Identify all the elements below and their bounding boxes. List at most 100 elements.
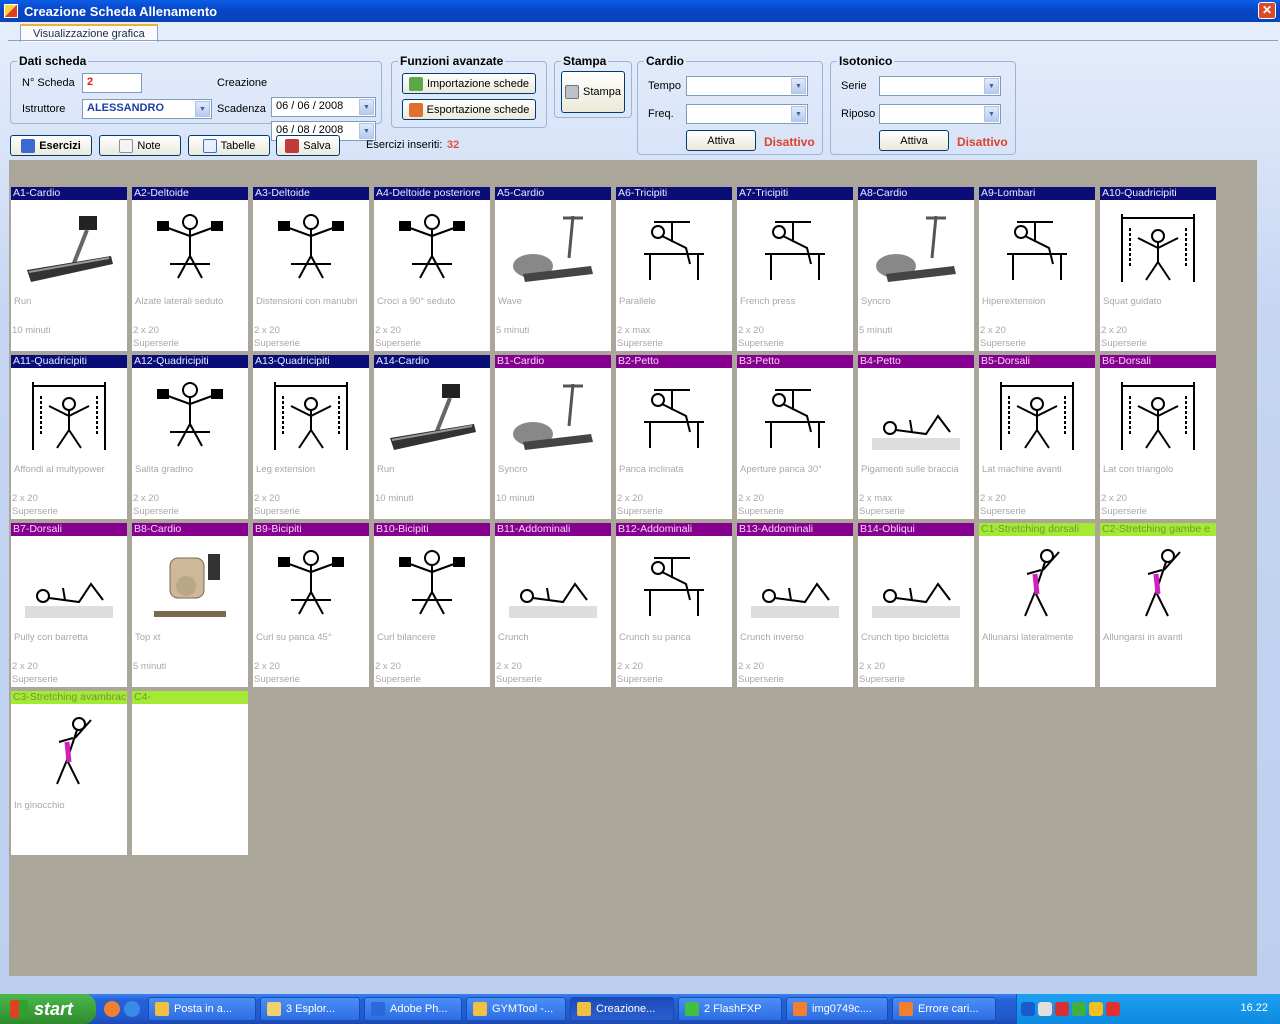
tray-network-icon[interactable] [1038, 1002, 1052, 1016]
tray-arrow-icon[interactable] [1021, 1002, 1035, 1016]
tray-antivirus-icon[interactable] [1106, 1002, 1120, 1016]
taskbar-item[interactable]: img0749c.... [786, 997, 888, 1021]
taskbar-item-label: Errore cari... [918, 1003, 979, 1015]
salva-button[interactable]: Salva [276, 135, 340, 156]
exercise-card[interactable]: A11-Quadricipiti Affondi al multypower 2 x… [11, 355, 127, 519]
title-bar: Creazione Scheda Allenamento ✕ [0, 0, 1280, 22]
chevron-down-icon[interactable]: ▼ [195, 101, 210, 117]
exercise-card[interactable]: B1-Cardio Syncro 10 minuti [495, 355, 611, 519]
taskbar-item[interactable]: Adobe Ph... [364, 997, 462, 1021]
taskbar-item[interactable]: GYMTool -... [466, 997, 566, 1021]
exercise-card[interactable]: B14-Obliqui Crunch tipo bicicletta 2 x 20 S… [858, 523, 974, 687]
esercizi-inseriti-count: 32 [447, 139, 460, 151]
chevron-down-icon[interactable]: ▼ [359, 123, 374, 139]
cardio-attiva-button[interactable]: Attiva [686, 130, 756, 151]
exercise-card[interactable]: B3-Petto Aperture panca 30° 2 x 20 Superser… [737, 355, 853, 519]
chevron-down-icon[interactable]: ▼ [791, 78, 806, 94]
exercise-card[interactable]: B2-Petto Panca inclinata 2 x 20 Superserie [616, 355, 732, 519]
chevron-down-icon[interactable]: ▼ [984, 78, 999, 94]
exercise-card[interactable]: A2-Deltoide Alzate laterali seduto 2 x 20 S… [132, 187, 248, 351]
exercise-card[interactable]: B11-Addominali Crunch 2 x 20 Superserie [495, 523, 611, 687]
esportazione-schede-button[interactable]: Esportazione schede [402, 99, 536, 120]
taskbar-item-label: Creazione... [596, 1003, 656, 1015]
taskbar-item[interactable]: Creazione... [570, 997, 674, 1021]
exercise-card[interactable]: A12-Quadricipiti Salita gradino 2 x 20 Supe… [132, 355, 248, 519]
freq-combo[interactable]: ▼ [686, 104, 808, 124]
exercise-reps: 5 minuti [859, 325, 893, 336]
machine-illustration-icon [1100, 368, 1216, 464]
exercise-card[interactable]: A13-Quadricipiti Leg extension 2 x 20 Super… [253, 355, 369, 519]
exercise-card[interactable]: C3-Stretching avambrac In ginocchio [11, 691, 127, 855]
istruttore-combo[interactable]: ALESSANDRO ▼ [82, 99, 212, 119]
exercise-card[interactable]: B10-Bicipiti Curl bilancere 2 x 20 Superser… [374, 523, 490, 687]
exercise-card[interactable]: C4- [132, 691, 248, 855]
exercise-card[interactable]: A4-Deltoide posteriore Croci a 90° seduto… [374, 187, 490, 351]
bench-illustration-icon [616, 200, 732, 296]
treadmill-illustration-icon [374, 368, 490, 464]
chevron-down-icon[interactable]: ▼ [359, 99, 374, 115]
exercise-title: A2-Deltoide [132, 187, 248, 200]
riposo-combo[interactable]: ▼ [879, 104, 1001, 124]
exercise-card[interactable]: A6-Tricipiti Parallele 2 x max Superserie [616, 187, 732, 351]
chevron-down-icon[interactable]: ▼ [791, 106, 806, 122]
tray-security-icon[interactable] [1089, 1002, 1103, 1016]
ie-icon[interactable] [124, 1001, 140, 1017]
exercise-reps: 2 x 20 [12, 493, 38, 504]
start-button[interactable]: start [0, 994, 96, 1024]
exercise-name: Allunarsi lateralmente [982, 632, 1074, 643]
close-button[interactable]: ✕ [1258, 2, 1276, 19]
exercise-card[interactable]: A7-Tricipiti French press 2 x 20 Superserie [737, 187, 853, 351]
exercise-name: Run [377, 464, 395, 475]
exercise-card[interactable]: C1-Stretching dorsali Allunarsi lateralme… [979, 523, 1095, 687]
exercise-name: Squat guidato [1103, 296, 1162, 307]
import-icon [408, 76, 423, 91]
exercise-card[interactable]: B6-Dorsali Lat con triangolo 2 x 20 Superse… [1100, 355, 1216, 519]
taskbar-item[interactable]: 2 FlashFXP [678, 997, 782, 1021]
exercise-name: Wave [498, 296, 522, 307]
exercise-title: B1-Cardio [495, 355, 611, 368]
taskbar-item[interactable]: Posta in a... [148, 997, 256, 1021]
exercise-card[interactable]: A8-Cardio Syncro 5 minuti [858, 187, 974, 351]
exercise-card[interactable]: A5-Cardio Wave 5 minuti [495, 187, 611, 351]
esercizi-button[interactable]: Esercizi [10, 135, 92, 156]
exercise-reps [1100, 661, 1216, 674]
exercise-card[interactable]: A3-Deltoide Distensioni con manubri 2 x 20… [253, 187, 369, 351]
floor-illustration-icon [858, 368, 974, 464]
exercise-card[interactable]: B7-Dorsali Pully con barretta 2 x 20 Supers… [11, 523, 127, 687]
tempo-combo[interactable]: ▼ [686, 76, 808, 96]
chevron-down-icon[interactable]: ▼ [984, 106, 999, 122]
taskbar-item-icon [685, 1002, 699, 1016]
exercise-card[interactable]: A14-Cardio Run 10 minuti [374, 355, 490, 519]
n-scheda-field[interactable]: 2 [82, 73, 142, 93]
serie-combo[interactable]: ▼ [879, 76, 1001, 96]
exercise-card[interactable]: B12-Addominali Crunch su panca 2 x 20 Super… [616, 523, 732, 687]
tray-ati-icon[interactable] [1055, 1002, 1069, 1016]
exercise-card[interactable]: A1-Cardio Run 10 minuti [11, 187, 127, 351]
isotonico-attiva-button[interactable]: Attiva [879, 130, 949, 151]
tray-shield-icon[interactable] [1072, 1002, 1086, 1016]
exercise-card[interactable]: C2-Stretching gambe e Allungarsi in avant… [1100, 523, 1216, 687]
exercise-card[interactable]: B9-Bicipiti Curl su panca 45° 2 x 20 Supers… [253, 523, 369, 687]
exercise-card[interactable]: B8-Cardio Top xt 5 minuti [132, 523, 248, 687]
note-button[interactable]: Note [99, 135, 181, 156]
taskbar-item[interactable]: Errore cari... [892, 997, 996, 1021]
clock: 16.22 [1240, 1002, 1268, 1014]
creazione-date-picker[interactable]: 06 / 06 / 2008 ▼ [271, 97, 376, 117]
exercise-mode: Superserie [12, 506, 58, 517]
exercise-card[interactable]: B13-Addominali Crunch inverso 2 x 20 Supers… [737, 523, 853, 687]
treadmill-illustration-icon [11, 200, 127, 296]
exercise-card[interactable]: A9-Lombari Hiperextension 2 x 20 Superserie [979, 187, 1095, 351]
exercise-reps [979, 661, 1095, 674]
exercise-card[interactable]: B4-Petto Pigamenti sulle braccia 2 x max Su… [858, 355, 974, 519]
exercise-reps: 2 x 20 [980, 325, 1006, 336]
firefox-icon[interactable] [104, 1001, 120, 1017]
exercise-card[interactable]: B5-Dorsali Lat machine avanti 2 x 20 Supers… [979, 355, 1095, 519]
printer-icon [565, 85, 580, 99]
tabelle-button[interactable]: Tabelle [188, 135, 270, 156]
exercise-card[interactable]: A10-Quadricipiti Squat guidato 2 x 20 Super… [1100, 187, 1216, 351]
taskbar-item[interactable]: 3 Esplor... [260, 997, 360, 1021]
exercise-name: Parallele [619, 296, 656, 307]
stampa-button[interactable]: Stampa [561, 71, 625, 113]
taskbar-item-label: 3 Esplor... [286, 1003, 335, 1015]
importazione-schede-button[interactable]: Importazione schede [402, 73, 536, 94]
